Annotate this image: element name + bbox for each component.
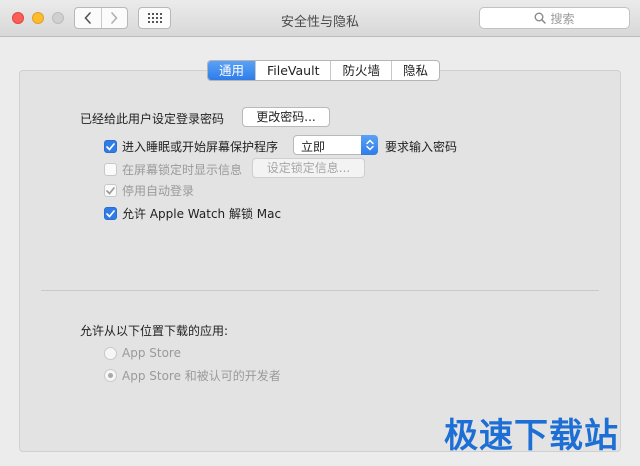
app-store-radio[interactable] [104, 346, 117, 360]
zoom-window-button[interactable] [52, 12, 64, 24]
close-window-button[interactable] [12, 12, 24, 24]
tab-bar: 通用 FileVault 防火墙 隐私 [207, 60, 441, 81]
set-lock-message-button[interactable]: 设定锁定信息... [252, 158, 365, 178]
window-titlebar: 安全性与隐私 搜索 [0, 0, 640, 37]
forward-button[interactable] [100, 8, 128, 28]
disable-auto-login-label: 停用自动登录 [122, 184, 195, 198]
show-message-label: 在屏幕锁定时显示信息 [122, 163, 243, 177]
checkmark-icon [106, 142, 115, 151]
checkmark-icon [106, 186, 115, 195]
download-option-app-store: App Store [104, 346, 181, 360]
back-chevron-icon [84, 12, 91, 24]
show-message-checkbox[interactable] [104, 163, 117, 176]
disable-auto-login-row: 停用自动登录 [104, 182, 194, 199]
change-password-button[interactable]: 更改密码... [242, 107, 330, 127]
apple-watch-row: 允许 Apple Watch 解锁 Mac [104, 205, 281, 222]
password-delay-select[interactable]: 立即 [293, 135, 378, 155]
show-all-button[interactable] [138, 7, 171, 29]
require-password-checkbox[interactable] [104, 140, 117, 153]
window-title: 安全性与隐私 [280, 15, 359, 30]
app-store-label: App Store [122, 346, 181, 360]
identified-developers-label: App Store 和被认可的开发者 [122, 369, 281, 383]
tab-filevault[interactable]: FileVault [255, 61, 330, 80]
search-placeholder: 搜索 [550, 11, 575, 26]
identified-developers-radio[interactable] [104, 369, 117, 382]
forward-chevron-icon [111, 12, 118, 24]
back-button[interactable] [75, 8, 101, 28]
section-divider [41, 290, 599, 291]
disable-auto-login-checkbox[interactable] [104, 184, 117, 197]
password-delay-value: 立即 [301, 140, 326, 154]
tab-general[interactable]: 通用 [208, 61, 256, 80]
navigation-buttons [74, 7, 128, 29]
checkmark-icon [106, 209, 115, 218]
grid-icon [147, 13, 162, 23]
show-message-row: 在屏幕锁定时显示信息 [104, 161, 242, 178]
tab-firewall[interactable]: 防火墙 [330, 61, 391, 80]
require-password-label: 进入睡眠或开始屏幕保护程序 [122, 140, 279, 154]
updown-chevron-icon [361, 135, 378, 155]
password-set-label: 已经给此用户设定登录密码 [80, 112, 225, 126]
general-panel [19, 70, 621, 452]
search-field[interactable]: 搜索 [479, 7, 630, 29]
apple-watch-checkbox[interactable] [104, 207, 117, 220]
tab-privacy[interactable]: 隐私 [391, 61, 439, 80]
search-icon [534, 12, 547, 24]
watermark-logo: 极速下载站 [444, 416, 619, 456]
require-password-row: 进入睡眠或开始屏幕保护程序 [104, 138, 278, 155]
require-password-suffix: 要求输入密码 [385, 140, 458, 154]
download-option-identified: App Store 和被认可的开发者 [104, 367, 281, 384]
apple-watch-label: 允许 Apple Watch 解锁 Mac [122, 207, 282, 221]
minimize-window-button[interactable] [32, 12, 44, 24]
downloads-label: 允许从以下位置下载的应用: [80, 324, 229, 338]
